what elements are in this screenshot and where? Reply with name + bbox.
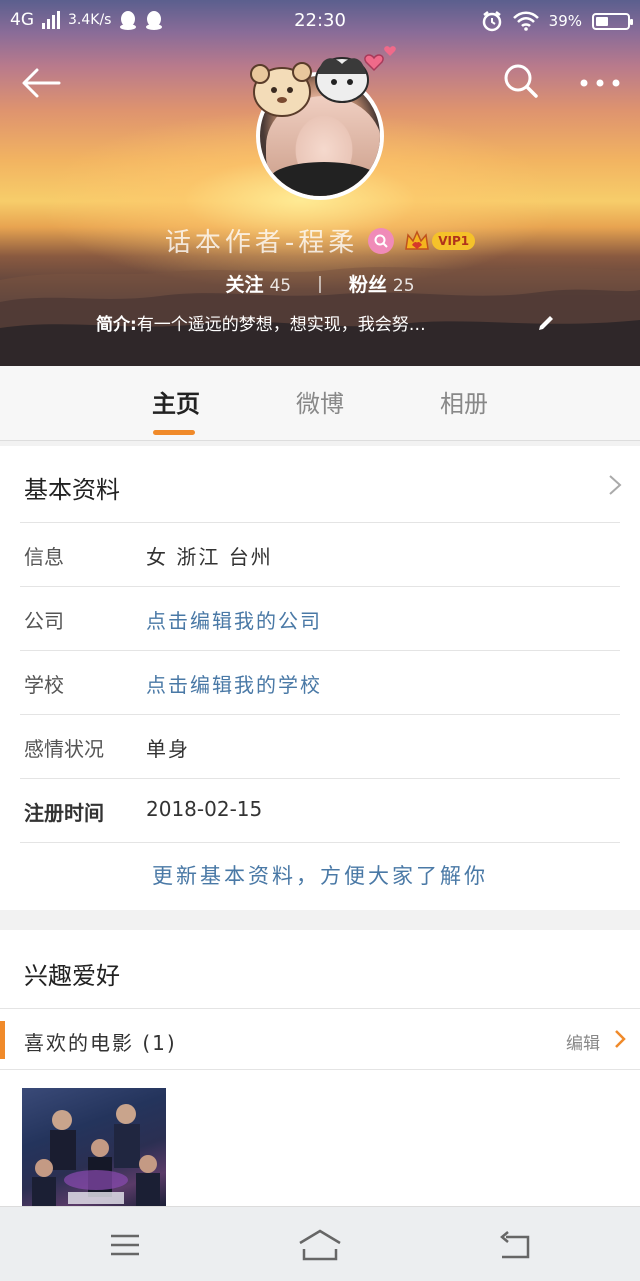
info-row-relationship: 感情状况 单身 xyxy=(20,714,620,779)
info-row-company[interactable]: 公司 点击编辑我的公司 xyxy=(20,586,620,651)
basic-info-title: 基本资料 xyxy=(24,476,120,504)
bio-label: 简介: xyxy=(96,315,137,335)
alarm-icon xyxy=(482,11,501,32)
edit-company-link[interactable]: 点击编辑我的公司 xyxy=(146,605,322,634)
bio-text: 有一个遥远的梦想，想实现，我会努… xyxy=(136,315,426,335)
info-row-school[interactable]: 学校 点击编辑我的学校 xyxy=(20,650,620,715)
battery-fill xyxy=(596,16,608,26)
chevron-right-icon[interactable] xyxy=(614,1029,626,1049)
info-row-basic: 信息 女 浙江 台州 xyxy=(20,522,620,587)
basic-info-header[interactable]: 基本资料 xyxy=(0,446,640,522)
info-row-label: 感情状况 xyxy=(24,737,104,761)
search-badge-icon[interactable] xyxy=(368,227,395,254)
search-button[interactable] xyxy=(498,58,544,104)
battery-icon xyxy=(592,12,633,30)
chevron-right-icon xyxy=(609,475,622,495)
avatar-shirt xyxy=(270,162,378,196)
profile-tabs: 主页 微博 相册 xyxy=(0,366,640,441)
back-icon xyxy=(500,1231,530,1259)
battery-percent: 39% xyxy=(548,12,582,30)
home-button[interactable] xyxy=(295,1225,345,1265)
info-row-label: 信息 xyxy=(24,545,64,569)
back-arrow-icon xyxy=(22,68,61,98)
mountain-silhouette xyxy=(0,266,640,366)
interests-title: 兴趣爱好 xyxy=(24,962,120,990)
info-row-value: 单身 xyxy=(146,737,190,761)
more-icon xyxy=(580,79,620,87)
fans-stat[interactable]: 粉丝 25 xyxy=(349,270,415,297)
avatar-container[interactable] xyxy=(250,46,396,200)
search-icon xyxy=(504,64,538,98)
home-icon xyxy=(299,1229,341,1261)
info-row-registered: 注册时间 2018-02-15 xyxy=(20,778,620,843)
info-row-value: 女 浙江 台州 xyxy=(146,545,273,569)
info-row-label: 学校 xyxy=(24,673,64,697)
tab-home[interactable]: 主页 xyxy=(152,384,200,419)
avatar-sticker-decoration xyxy=(250,46,396,117)
edit-movies-button[interactable]: 编辑 xyxy=(566,1029,600,1054)
update-profile-link[interactable]: 更新基本资料，方便大家了解你 xyxy=(0,860,640,890)
more-button[interactable] xyxy=(574,60,626,106)
info-row-label: 公司 xyxy=(24,609,64,633)
movie-poster-art xyxy=(32,1104,160,1206)
tab-album[interactable]: 相册 xyxy=(440,384,488,419)
menu-button[interactable] xyxy=(100,1225,150,1265)
crown-icon xyxy=(405,229,430,250)
interests-card: 兴趣爱好 喜欢的电影 (1) 编辑 xyxy=(0,930,640,1206)
stat-divider: | xyxy=(317,273,323,294)
profile-name-row: 话本作者-程柔 VIP1 xyxy=(0,222,640,259)
movie-poster[interactable] xyxy=(22,1088,166,1206)
back-button[interactable] xyxy=(18,60,64,106)
profile-name: 话本作者-程柔 xyxy=(164,228,359,258)
section-accent-bar xyxy=(0,1021,5,1059)
fans-label: 粉丝 xyxy=(348,274,387,296)
wifi-icon xyxy=(512,11,539,31)
favorite-movies-row[interactable]: 喜欢的电影 (1) 编辑 xyxy=(0,1008,640,1070)
follow-stats: 关注 45 | 粉丝 25 xyxy=(0,270,640,297)
favorite-movies-label: 喜欢的电影 (1) xyxy=(24,1031,177,1055)
tab-weibo[interactable]: 微博 xyxy=(296,384,344,419)
info-row-label: 注册时间 xyxy=(24,801,104,825)
system-navigation-bar xyxy=(0,1206,640,1281)
bio-row[interactable]: 简介: 有一个遥远的梦想，想实现，我会努… xyxy=(96,310,556,335)
basic-info-card: 基本资料 信息 女 浙江 台州 公司 点击编辑我的公司 学校 点击编辑我的学校 … xyxy=(0,446,640,910)
pencil-icon[interactable] xyxy=(536,313,556,333)
edit-school-link[interactable]: 点击编辑我的学校 xyxy=(146,669,322,698)
profile-header: 4G 3.4K/s 22:30 39% 话本作者-程柔 VIP1 关注 45 |… xyxy=(0,0,640,366)
info-row-value: 2018-02-15 xyxy=(146,797,263,821)
status-bar: 4G 3.4K/s 22:30 39% xyxy=(0,0,640,42)
vip-level: VIP1 xyxy=(432,231,476,250)
fans-count: 25 xyxy=(392,276,415,296)
following-label: 关注 xyxy=(225,274,264,296)
back-nav-button[interactable] xyxy=(490,1225,540,1265)
vip-badge[interactable]: VIP1 xyxy=(404,229,476,253)
menu-icon xyxy=(111,1234,139,1256)
active-tab-indicator xyxy=(153,430,195,435)
following-count: 45 xyxy=(269,276,292,296)
following-stat[interactable]: 关注 45 xyxy=(225,270,291,297)
